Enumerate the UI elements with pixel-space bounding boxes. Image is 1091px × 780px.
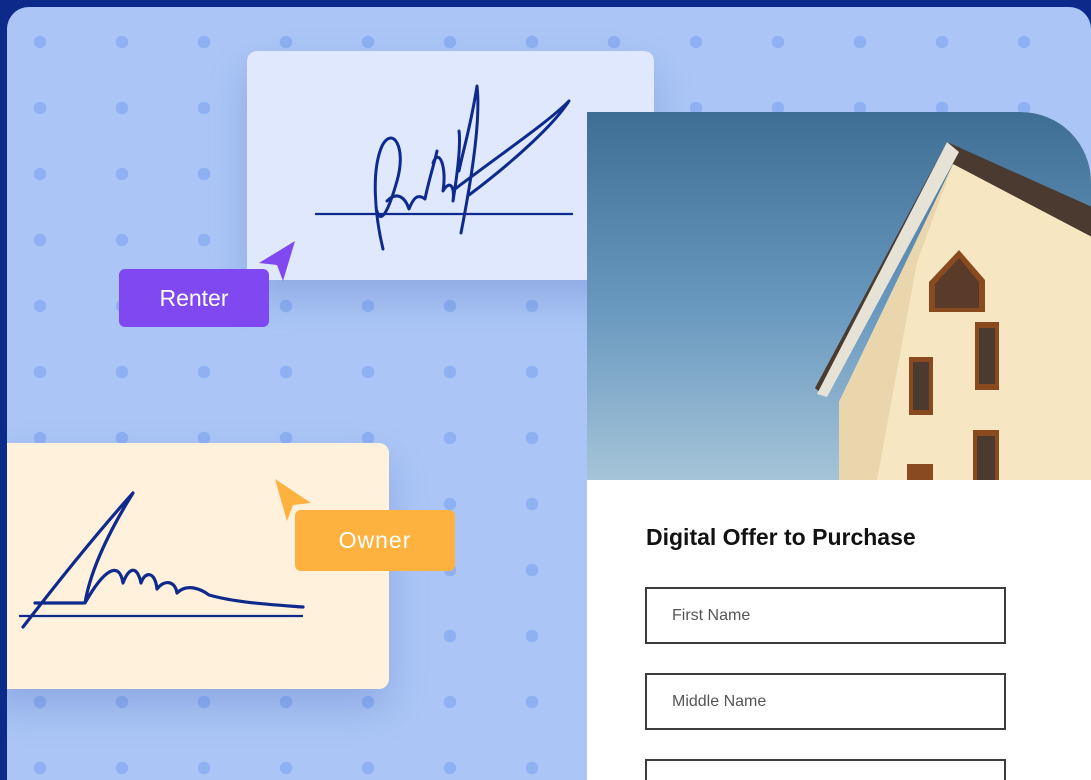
first-name-placeholder: First Name [672, 606, 751, 624]
offer-document-card: Digital Offer to Purchase First Name Mid… [587, 112, 1091, 780]
first-name-field[interactable]: First Name [645, 587, 1006, 644]
middle-name-field[interactable]: Middle Name [645, 673, 1006, 730]
surname-field[interactable]: S [645, 759, 1006, 780]
owner-signature-stroke [21, 491, 305, 629]
hero-illustration: Renter Owner Digital Offer to Purchase F… [7, 7, 1091, 780]
renter-label-tag: Renter [119, 269, 269, 327]
house-photo [587, 112, 1091, 480]
document-title: Digital Offer to Purchase [646, 524, 916, 550]
owner-label-tag: Owner [295, 510, 455, 571]
renter-signature-stroke [373, 84, 571, 251]
middle-name-placeholder: Middle Name [672, 692, 767, 710]
